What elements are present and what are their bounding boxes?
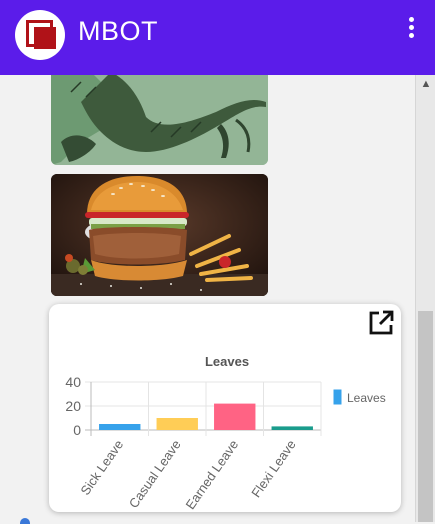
burger-image <box>51 174 268 296</box>
scrollbar-thumb[interactable] <box>418 311 433 522</box>
scroll-up-arrow-icon[interactable]: ▲ <box>419 77 433 91</box>
bar-flexi-leave[interactable] <box>271 426 313 430</box>
vertical-scrollbar[interactable]: ▲ <box>415 75 435 522</box>
x-tick-label: Flexi Leave <box>248 437 298 500</box>
legend-label[interactable]: Leaves <box>347 391 386 405</box>
leaves-chart-card: Leaves 0 20 40 Sick Leave Casual Leave Earned… <box>49 304 401 512</box>
x-tick-label: Earned Leave <box>182 437 241 512</box>
x-tick-label: Sick Leave <box>77 437 126 498</box>
chat-content[interactable]: Leaves 0 20 40 Sick Leave Casual Leave Earned… <box>0 75 415 522</box>
leaves-bar-chart: Leaves 0 20 40 Sick Leave Casual LeaveEarned… <box>65 354 386 512</box>
more-vert-icon[interactable] <box>407 17 415 41</box>
legend-swatch <box>333 389 342 405</box>
y-tick-label: 0 <box>73 422 81 438</box>
app-title: MBOT <box>78 16 158 46</box>
bar-sick-leave[interactable] <box>99 424 141 430</box>
bar-casual-leave[interactable] <box>156 418 198 430</box>
app-bar: MBOT <box>0 0 435 75</box>
y-tick-label: 40 <box>65 374 81 390</box>
open-in-new-icon[interactable] <box>367 309 395 337</box>
chart-title: Leaves <box>205 354 249 369</box>
app-logo <box>15 10 65 60</box>
x-tick-label: Casual Leave <box>126 437 184 511</box>
y-tick-label: 20 <box>65 398 81 414</box>
chat-input-indicator <box>20 518 30 524</box>
bar-earned-leave[interactable] <box>214 403 256 430</box>
dragon-image <box>51 75 268 165</box>
